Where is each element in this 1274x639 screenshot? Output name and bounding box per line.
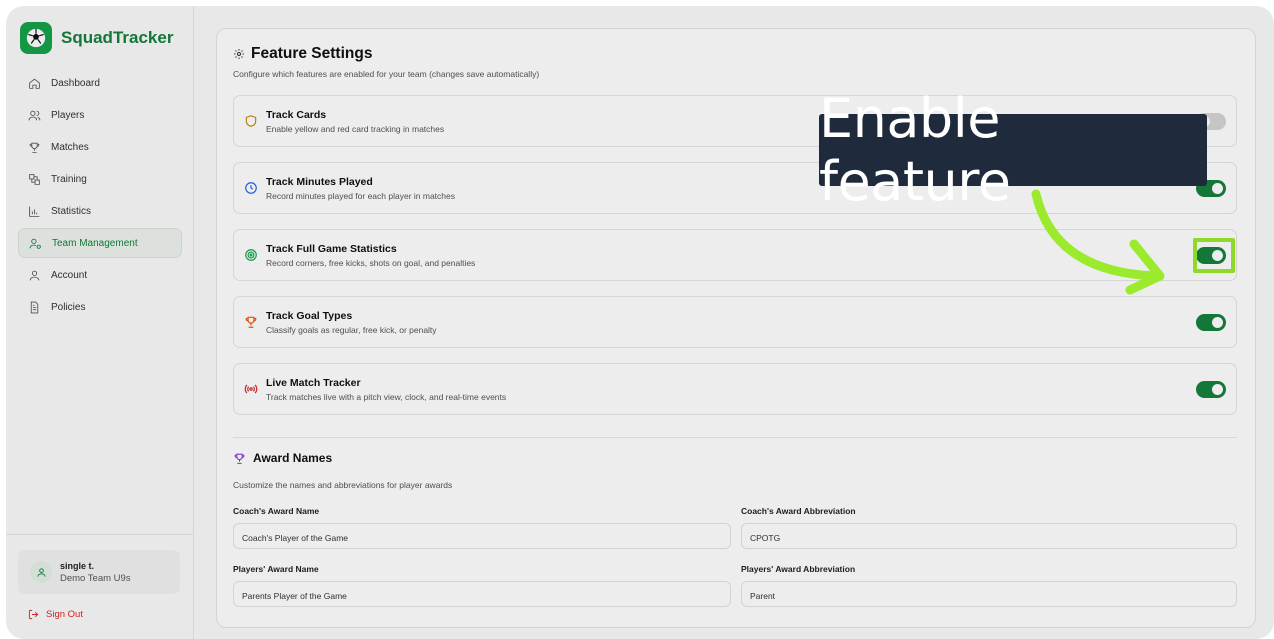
award-names-description: Customize the names and abbreviations fo…	[233, 480, 453, 490]
live-match-tracker-toggle[interactable]	[1196, 381, 1226, 398]
user-name: single t.	[60, 560, 95, 571]
avatar	[30, 561, 52, 583]
feature-title: Track Full Game Statistics	[266, 243, 397, 255]
players-award-abbr-input[interactable]: Parent	[741, 581, 1237, 607]
sidebar-item-policies[interactable]: Policies	[18, 292, 182, 322]
players-award-name-input[interactable]: Parents Player of the Game	[233, 581, 731, 607]
sidebar-item-label: Dashboard	[51, 77, 100, 89]
trophy-icon	[234, 453, 245, 464]
sidebar-nav: Dashboard Players Matches Training Stati…	[18, 68, 182, 324]
sign-out-button[interactable]: Sign Out	[28, 609, 83, 620]
sidebar-item-matches[interactable]: Matches	[18, 132, 182, 162]
coach-award-abbr-input[interactable]: CPOTG	[741, 523, 1237, 549]
trophy-icon	[245, 316, 257, 328]
home-icon	[29, 78, 40, 89]
sign-out-label: Sign Out	[46, 609, 83, 620]
sidebar-item-label: Policies	[51, 301, 86, 313]
coach-award-abbr-label: Coach's Award Abbreviation	[741, 506, 856, 516]
sidebar-item-label: Account	[51, 269, 88, 281]
user-icon	[29, 270, 40, 280]
gear-icon	[234, 49, 244, 59]
document-icon	[30, 301, 39, 313]
sidebar-item-dashboard[interactable]: Dashboard	[18, 68, 182, 98]
sidebar-item-training[interactable]: Training	[18, 164, 182, 194]
feature-settings-title: Feature Settings	[233, 45, 372, 63]
sidebar-item-players[interactable]: Players	[18, 100, 182, 130]
sidebar-item-team-management[interactable]: Team Management	[18, 228, 182, 258]
curved-arrow-icon	[1031, 189, 1165, 295]
sidebar: SquadTracker Dashboard Players Matches T…	[6, 6, 194, 639]
user-team: Demo Team U9s	[60, 572, 131, 584]
coach-award-name-input[interactable]: Coach's Player of the Game	[233, 523, 731, 549]
app-window: SquadTracker Dashboard Players Matches T…	[6, 6, 1274, 639]
target-icon	[245, 249, 257, 261]
sidebar-item-label: Players	[51, 109, 85, 121]
feature-description: Track matches live with a pitch view, cl…	[266, 392, 507, 402]
feature-title: Track Cards	[266, 109, 327, 121]
section-divider	[233, 437, 1237, 438]
award-names-title: Award Names	[233, 451, 332, 465]
broadcast-icon	[244, 384, 258, 394]
user-card[interactable]: single t. Demo Team U9s	[18, 550, 180, 594]
callout-label: Enable feature	[819, 87, 1207, 213]
feature-title: Track Minutes Played	[266, 176, 373, 188]
users-icon	[28, 110, 41, 120]
sidebar-item-account[interactable]: Account	[18, 260, 182, 290]
feature-description: Record minutes played for each player in…	[266, 191, 455, 201]
trophy-icon	[29, 142, 40, 153]
feature-title: Live Match Tracker	[266, 377, 361, 389]
coach-award-name-label: Coach's Award Name	[233, 506, 320, 516]
clock-icon	[245, 182, 257, 194]
training-icon	[29, 173, 40, 185]
sidebar-item-label: Training	[51, 173, 87, 185]
user-cog-icon	[29, 238, 41, 249]
players-award-abbr-label: Players' Award Abbreviation	[741, 564, 856, 574]
feature-row-track-goal-types: Track Goal Types Classify goals as regul…	[233, 296, 1237, 348]
toggle-highlight-box	[1193, 238, 1235, 273]
brand-name: SquadTracker	[61, 28, 174, 47]
soccer-ball-icon	[20, 22, 52, 54]
brand[interactable]: SquadTracker	[20, 22, 173, 54]
logout-icon	[28, 609, 39, 620]
feature-title: Track Goal Types	[266, 310, 353, 322]
sidebar-item-label: Matches	[51, 141, 89, 153]
user-icon	[36, 567, 46, 577]
feature-description: Record corners, free kicks, shots on goa…	[266, 258, 476, 268]
sidebar-divider	[6, 534, 194, 535]
bar-chart-icon	[29, 206, 40, 217]
sidebar-item-label: Statistics	[51, 205, 92, 217]
feature-description: Classify goals as regular, free kick, or…	[266, 325, 437, 335]
shield-icon	[245, 115, 257, 127]
players-award-name-label: Players' Award Name	[233, 564, 319, 574]
feature-settings-description: Configure which features are enabled for…	[233, 69, 540, 79]
feature-row-live-match-tracker: Live Match Tracker Track matches live wi…	[233, 363, 1237, 415]
feature-description: Enable yellow and red card tracking in m…	[266, 124, 445, 134]
sidebar-item-statistics[interactable]: Statistics	[18, 196, 182, 226]
track-goal-types-toggle[interactable]	[1196, 314, 1226, 331]
sidebar-item-label: Team Management	[52, 237, 138, 249]
